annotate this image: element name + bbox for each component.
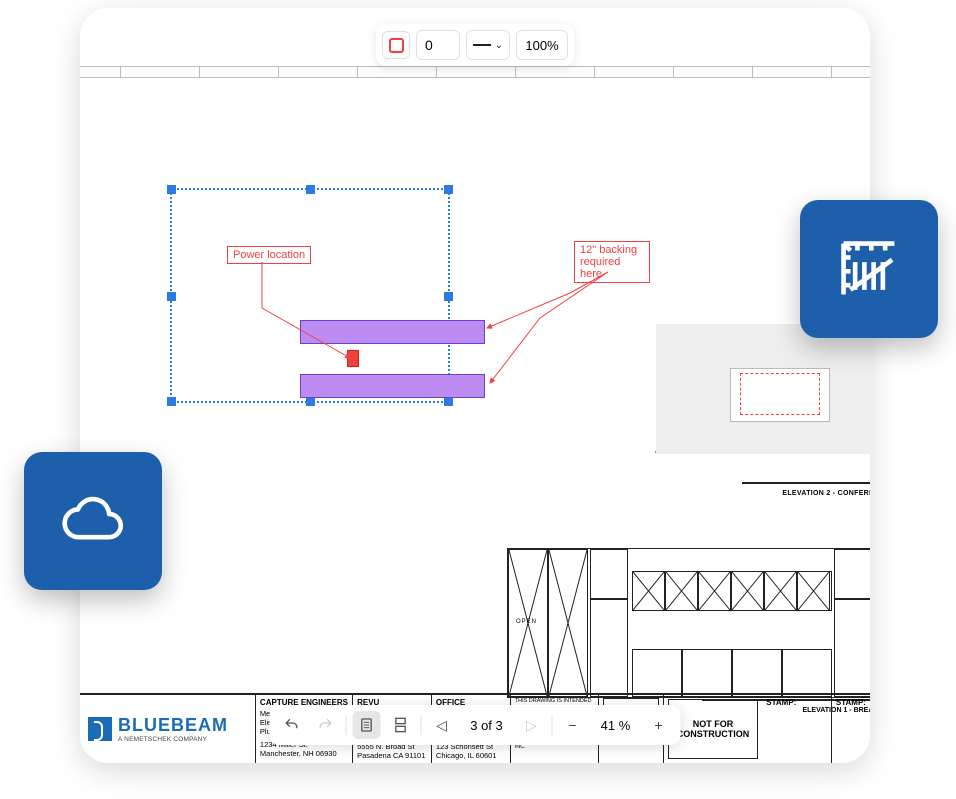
- stamp-cell-1: STAMP:: [762, 695, 832, 763]
- bluebeam-logo-icon: [88, 717, 112, 741]
- resize-handle[interactable]: [306, 397, 315, 406]
- line-style-icon: [473, 44, 491, 46]
- toolbar-divider: [552, 715, 553, 735]
- line-style-dropdown[interactable]: ⌄: [466, 30, 510, 60]
- markup-rectangle[interactable]: [300, 320, 485, 344]
- callout-power-location[interactable]: Power location: [227, 246, 311, 264]
- rectangle-tool-button[interactable]: [382, 31, 410, 59]
- zoom-in-button[interactable]: +: [645, 711, 673, 739]
- page-indicator[interactable]: 3 of 3: [462, 718, 512, 733]
- single-page-icon: [359, 717, 375, 733]
- plus-icon: +: [654, 717, 662, 733]
- single-page-view-button[interactable]: [353, 711, 381, 739]
- minus-icon: −: [568, 717, 576, 733]
- markup-rectangle[interactable]: [300, 374, 485, 398]
- continuous-view-button[interactable]: [387, 711, 415, 739]
- elevation-2-title-rule: [742, 482, 870, 484]
- rectangle-icon: [389, 38, 404, 53]
- tally-grid-icon: [832, 232, 906, 306]
- resize-handle[interactable]: [444, 397, 453, 406]
- resize-handle[interactable]: [306, 185, 315, 194]
- toolbar-divider: [421, 715, 422, 735]
- cell-line: Chicago, IL 60601: [436, 751, 506, 760]
- cloud-icon: [56, 484, 130, 558]
- bottom-toolbar: ◁ 3 of 3 ▷ − 41 % +: [270, 705, 681, 745]
- resize-handle[interactable]: [167, 292, 176, 301]
- cell-heading: STAMP:: [836, 698, 866, 707]
- chevron-right-icon: ▷: [526, 717, 537, 734]
- zoom-out-button[interactable]: −: [559, 711, 587, 739]
- prev-page-button[interactable]: ◁: [428, 711, 456, 739]
- zoom-level[interactable]: 41 %: [593, 718, 639, 733]
- ruler: [80, 66, 870, 78]
- resize-handle[interactable]: [444, 185, 453, 194]
- toolbar-divider: [346, 715, 347, 735]
- chevron-down-icon: ⌄: [495, 40, 503, 51]
- logo-cell: BLUEBEAM A NEMETSCHEK COMPANY: [80, 695, 256, 763]
- elevation-2-title-text: ELEVATION 2 - CONFERENCE ROOM: [782, 490, 870, 497]
- bluebeam-logo-text: BLUEBEAM: [118, 715, 228, 736]
- callout-backing[interactable]: 12" backing required here: [574, 241, 650, 283]
- cell-line: Pasadena CA 91101: [357, 751, 427, 760]
- selection-marquee[interactable]: [170, 188, 450, 403]
- cloud-tile[interactable]: [24, 452, 162, 590]
- open-label: OPEN: [516, 619, 537, 625]
- elevation-1-kitchen: OPEN OPE: [507, 548, 870, 698]
- redo-icon: [318, 717, 334, 733]
- next-page-button[interactable]: ▷: [518, 711, 546, 739]
- cell-heading: STAMP:: [766, 698, 827, 707]
- top-zoom-display[interactable]: 100%: [516, 30, 568, 60]
- undo-icon: [284, 717, 300, 733]
- app-window: ⌄ 100% Power location 12" backing requir…: [80, 8, 870, 763]
- resize-handle[interactable]: [167, 185, 176, 194]
- continuous-icon: [393, 717, 409, 733]
- top-toolbar: ⌄ 100%: [376, 24, 574, 66]
- stroke-width-input[interactable]: [416, 30, 460, 60]
- markup-power-marker[interactable]: [347, 350, 359, 367]
- bluebeam-logo-subtext: A NEMETSCHEK COMPANY: [118, 736, 228, 743]
- stamp-cell-2: STAMP:: [832, 695, 870, 763]
- redo-button[interactable]: [312, 711, 340, 739]
- elevation-2-title: ELEVATION 2 - CONFERENCE ROOM 02: [694, 486, 870, 498]
- undo-button[interactable]: [278, 711, 306, 739]
- chevron-left-icon: ◁: [436, 717, 447, 734]
- count-tile[interactable]: [800, 200, 938, 338]
- elevation-2-dashed-markup[interactable]: [740, 373, 820, 415]
- resize-handle[interactable]: [444, 292, 453, 301]
- drawing-canvas[interactable]: Power location 12" backing required here…: [80, 78, 870, 763]
- not-for-construction: NOT FOR CONSTRUCTION: [668, 699, 759, 759]
- resize-handle[interactable]: [167, 397, 176, 406]
- cell-line: Manchester, NH 06930: [260, 749, 348, 758]
